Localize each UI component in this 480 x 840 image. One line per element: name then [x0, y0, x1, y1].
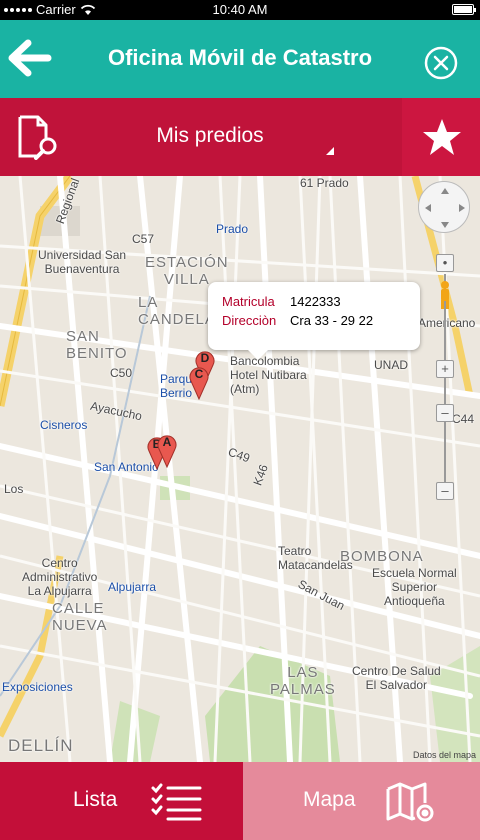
- predios-dropdown[interactable]: Mis predios: [80, 98, 340, 176]
- tab-lista-label: Lista: [73, 788, 118, 811]
- battery-icon: [452, 4, 476, 15]
- map-label: BOMBONA: [340, 548, 424, 565]
- predios-dropdown-label: Mis predios: [156, 124, 264, 147]
- map-label: Cisneros: [40, 418, 88, 432]
- zoom-in-icon[interactable]: +: [436, 360, 454, 378]
- map-pin[interactable]: C: [188, 364, 210, 401]
- map-label: CALLE NUEVA: [52, 600, 108, 634]
- zoom-slider-handle[interactable]: –: [436, 404, 454, 422]
- map-label: Exposiciones: [2, 680, 73, 694]
- compass-icon: [425, 188, 465, 228]
- map-label: C50: [110, 366, 133, 380]
- direccion-value: Cra 33 - 29 22: [290, 313, 374, 328]
- tab-mapa[interactable]: Mapa: [243, 762, 480, 840]
- map-pin[interactable]: A: [156, 432, 178, 469]
- document-search-icon[interactable]: [16, 114, 60, 160]
- map-label: LAS PALMAS: [270, 664, 336, 698]
- map-pan-control[interactable]: [418, 181, 470, 233]
- page-title: Oficina Móvil de Catastro: [107, 45, 373, 70]
- star-icon: [423, 119, 461, 155]
- tab-lista[interactable]: Lista: [0, 762, 243, 840]
- map-label: Centro Administrativo La Alpujarra: [22, 556, 98, 598]
- zoom-top-icon[interactable]: •: [436, 254, 454, 272]
- matricula-label: Matricula: [222, 294, 275, 309]
- map-attribution: Datos del mapa: [412, 750, 476, 760]
- matricula-value: 1422333: [290, 294, 341, 309]
- map-label: Centro De Salud El Salvador: [352, 664, 441, 692]
- zoom-out-icon[interactable]: –: [436, 482, 454, 500]
- map-label: UNAD: [374, 358, 409, 372]
- predios-toolbar: Mis predios: [0, 98, 480, 176]
- tab-mapa-label: Mapa: [303, 788, 356, 811]
- map-label: Universidad San Buenaventura: [38, 248, 127, 276]
- map-label: Alpujarra: [108, 580, 157, 594]
- map-label: DELLÍN: [8, 736, 74, 755]
- close-icon[interactable]: [424, 46, 458, 80]
- map-label: 61 Prado: [300, 176, 349, 190]
- map-icon: [386, 782, 434, 822]
- map-label: Bancolombia Hotel Nutibara (Atm): [230, 354, 307, 396]
- favorites-button[interactable]: [402, 98, 480, 176]
- app-header: Oficina Móvil de Catastro: [0, 20, 480, 98]
- map-label: Los: [4, 482, 24, 496]
- property-info-callout[interactable]: Matricula 1422333 Direcciòn Cra 33 - 29 22: [208, 282, 420, 360]
- map-label: C57: [132, 232, 155, 246]
- dropdown-caret-icon: [326, 147, 334, 155]
- pegman-icon[interactable]: [438, 280, 452, 310]
- map-view[interactable]: Regional 61 Prado Universidad San Buenav…: [0, 176, 480, 762]
- map-label: C44: [452, 412, 475, 426]
- map-label: Escuela Normal Superior Antioqueña: [372, 566, 457, 608]
- status-bar: Carrier 10:40 AM: [0, 0, 480, 20]
- clock: 10:40 AM: [212, 2, 268, 17]
- map-label: SAN BENITO: [66, 328, 128, 362]
- checklist-icon: [151, 783, 202, 821]
- direccion-label: Direcciòn: [222, 313, 277, 328]
- map-label: Prado: [216, 222, 249, 236]
